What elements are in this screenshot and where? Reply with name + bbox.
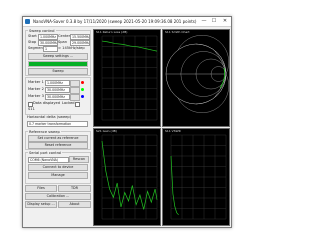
serial-group: Serial port control COM6 (NanoVNA) Resca…	[25, 151, 91, 184]
marker2-label: Marker 2	[28, 87, 44, 91]
return-loss-trace	[101, 40, 158, 52]
reference-group: Reference sweep Set current as reference…	[25, 130, 91, 150]
display-setup-button[interactable]: Display setup ...	[25, 201, 57, 208]
marker3-input[interactable]: 30.000MHz	[45, 94, 70, 100]
marker3-color-dot	[81, 95, 84, 98]
marker2-color-button[interactable]	[70, 87, 80, 94]
sweep-button[interactable]: Sweep	[28, 68, 88, 75]
lock-label: Locked	[62, 101, 75, 105]
title-bar[interactable]: NanoVNA-Saver 0.3.8 by 17/11/2020 (sweep…	[23, 17, 231, 27]
sweep-settings-button[interactable]: Sweep settings ...	[28, 53, 88, 60]
start-label: Start	[28, 34, 37, 38]
control-panel: Sweep control Start 1.000MHz Center 15.5…	[25, 28, 91, 224]
gain-trace	[101, 140, 158, 210]
connect-button[interactable]: Connect to device	[28, 164, 88, 171]
minimize-button[interactable]: —	[199, 17, 209, 26]
time-domain-button[interactable]: TDR	[58, 185, 91, 192]
span-label: Span	[58, 40, 68, 44]
segments-input[interactable]: 1	[43, 46, 58, 52]
s11-label: S11	[28, 107, 35, 111]
vswr-chart[interactable]: S11 VSWR	[162, 128, 230, 226]
sweep-control-group: Sweep control Start 1.000MHz Center 15.5…	[25, 29, 91, 76]
marker-group: Marker 1 1.000MHz Marker 2 30.000MHz Mar…	[25, 77, 91, 115]
smith-reactance-arc	[177, 34, 229, 75]
smith-reactance-arc	[177, 73, 229, 114]
horizontal-delta-label: Horizontal delta (sweep)	[27, 115, 72, 119]
marker1-color-dot	[81, 81, 84, 84]
gain-plot	[101, 134, 158, 220]
smith-chart[interactable]: S11 Smith Chart	[162, 29, 230, 127]
marker1-input[interactable]: 1.000MHz	[45, 80, 70, 86]
stop-label: Stop	[28, 40, 37, 44]
manage-button[interactable]: Manage	[28, 172, 88, 179]
lock-checkbox[interactable]	[75, 102, 80, 107]
about-button[interactable]: About	[58, 201, 91, 208]
step-size-label: ≈ 145kHz/step	[58, 46, 85, 50]
files-button[interactable]: Files	[25, 185, 57, 192]
close-button[interactable]: ✕	[220, 17, 230, 26]
smith-chart-plot	[165, 34, 229, 114]
reference-group-label: Reference sweep	[28, 130, 61, 134]
marker3-label: Marker 3	[28, 94, 44, 98]
marker2-input[interactable]: 30.000MHz	[45, 87, 70, 93]
center-label: Center	[58, 34, 71, 38]
rescan-button[interactable]: Rescan	[69, 156, 89, 163]
marker1-label: Marker 1	[28, 80, 44, 84]
sweep-progress-fill	[29, 62, 87, 66]
return-loss-chart[interactable]: S11 Return Loss (dB)	[93, 29, 161, 127]
port-select[interactable]: COM6 (NanoVNA)	[28, 157, 69, 163]
gain-chart[interactable]: S21 Gain (dB)	[93, 128, 161, 226]
calibration-button[interactable]: Calibration ...	[25, 193, 91, 200]
vswr-trace	[170, 155, 179, 216]
sweep-progress-bar	[28, 61, 88, 67]
return-loss-plot	[101, 35, 158, 121]
main-window: NanoVNA-Saver 0.3.8 by 17/11/2020 (sweep…	[22, 16, 232, 228]
maximize-button[interactable]: ☐	[209, 17, 219, 26]
sweep-control-label: Sweep control	[28, 29, 56, 33]
marker3-color-button[interactable]	[70, 94, 80, 101]
transformation-input[interactable]: 0.7 marker transformation	[27, 121, 88, 127]
window-title: NanoVNA-Saver 0.3.8 by 17/11/2020 (sweep…	[33, 19, 197, 24]
serial-group-label: Serial port control	[28, 151, 63, 155]
vswr-plot	[170, 134, 227, 220]
show-data-label: Data displayed	[33, 101, 60, 105]
marker1-color-button[interactable]	[70, 80, 80, 87]
reset-reference-button[interactable]: Reset reference	[28, 142, 88, 149]
set-reference-button[interactable]: Set current as reference	[28, 135, 88, 142]
app-icon	[25, 19, 30, 24]
marker2-color-dot	[81, 88, 84, 91]
